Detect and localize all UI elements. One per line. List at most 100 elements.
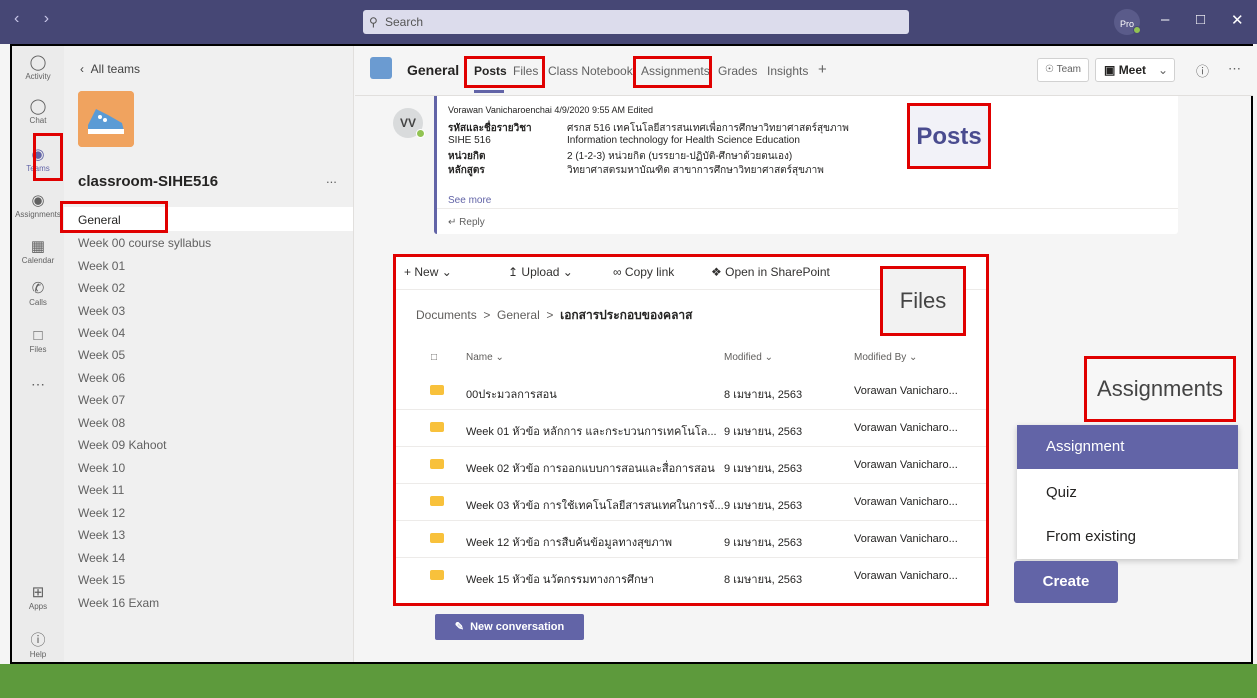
breadcrumb-documents[interactable]: Documents bbox=[416, 308, 477, 322]
highlight-general bbox=[60, 201, 168, 233]
channel-week-07[interactable]: Week 07 bbox=[78, 393, 125, 407]
column-modified[interactable]: Modified ⌄ bbox=[724, 352, 773, 363]
plus-icon: + bbox=[404, 265, 412, 279]
rail-assignments[interactable]: ◉ Assignments bbox=[12, 192, 64, 219]
channel-week-15[interactable]: Week 15 bbox=[78, 573, 125, 587]
see-more-link[interactable]: See more bbox=[448, 195, 491, 206]
highlight-posts-files bbox=[464, 56, 545, 88]
rail-files[interactable]: □ Files bbox=[12, 327, 64, 354]
tab-insights[interactable]: Insights bbox=[767, 64, 808, 78]
minimize-icon[interactable]: – bbox=[1161, 11, 1169, 28]
file-row[interactable]: Week 12 หัวข้อ การสืบค้นข้อมูลทางสุขภาพ 9… bbox=[396, 521, 986, 558]
channel-week-01[interactable]: Week 01 bbox=[78, 259, 125, 273]
author-avatar[interactable]: VV bbox=[393, 108, 425, 138]
close-icon[interactable]: ✕ bbox=[1231, 11, 1244, 29]
copy-link-button[interactable]: ∞ Copy link bbox=[613, 265, 674, 279]
rail-apps[interactable]: ⊞ Apps bbox=[12, 584, 64, 611]
channel-week-04[interactable]: Week 04 bbox=[78, 326, 125, 340]
info-icon[interactable]: ⓘ bbox=[1196, 61, 1209, 80]
channel-week-13[interactable]: Week 13 bbox=[78, 528, 125, 542]
all-teams-link[interactable]: ‹ All teams bbox=[80, 62, 140, 76]
post-meta: Vorawan Vanicharoenchai 4/9/2020 9:55 AM… bbox=[448, 105, 653, 115]
active-tab-indicator bbox=[474, 90, 504, 93]
assignments-callout: Assignments bbox=[1084, 356, 1236, 422]
team-logo bbox=[78, 91, 134, 147]
compose-icon: ✎ bbox=[454, 621, 464, 633]
channel-week-11[interactable]: Week 11 bbox=[78, 483, 124, 497]
folder-icon bbox=[430, 385, 444, 395]
open-sharepoint-button[interactable]: ❖ Open in SharePoint bbox=[711, 265, 830, 279]
column-modified-by[interactable]: Modified By ⌄ bbox=[854, 352, 917, 363]
more-icon[interactable]: ⋯ bbox=[1228, 61, 1241, 77]
rail-calls[interactable]: ✆ Calls bbox=[12, 280, 64, 307]
team-chip[interactable]: ☉ Team bbox=[1037, 58, 1089, 82]
column-name[interactable]: Name ⌄ bbox=[466, 352, 504, 363]
new-conversation-button[interactable]: ✎ New conversation bbox=[435, 614, 584, 640]
post-key: รหัสและชื่อรายวิชา bbox=[448, 123, 532, 134]
apps-icon: ⊞ bbox=[31, 584, 45, 601]
assignment-menu: Assignment Quiz From existing bbox=[1017, 425, 1238, 559]
post-value: วิทยาศาสตรมหาบัณฑิต สาขาการศึกษาวิทยาศาส… bbox=[567, 165, 824, 176]
user-avatar[interactable]: Pro bbox=[1114, 9, 1141, 35]
more-apps-icon[interactable]: ⋯ bbox=[12, 376, 64, 393]
add-tab-icon[interactable]: + bbox=[818, 61, 827, 78]
create-button[interactable]: Create bbox=[1014, 561, 1118, 603]
video-icon: ▣ bbox=[1104, 63, 1116, 77]
file-row[interactable]: Week 15 หัวข้อ นวัตกรรมทางการศึกษา 8 เมษา… bbox=[396, 558, 986, 595]
chevron-down-icon[interactable]: ⌄ bbox=[1158, 59, 1168, 81]
posts-callout: Posts bbox=[907, 103, 991, 169]
rail-calendar[interactable]: ▦ Calendar bbox=[12, 238, 64, 265]
channel-week-14[interactable]: Week 14 bbox=[78, 551, 125, 565]
channel-week-08[interactable]: Week 08 bbox=[78, 416, 125, 430]
channel-week-12[interactable]: Week 12 bbox=[78, 506, 125, 520]
channel-week-05[interactable]: Week 05 bbox=[78, 348, 125, 362]
channel-title: General bbox=[407, 62, 460, 78]
menu-from-existing[interactable]: From existing bbox=[1017, 515, 1238, 559]
chat-icon: ◯ bbox=[29, 98, 47, 115]
rail-chat[interactable]: ◯ Chat bbox=[12, 98, 64, 125]
help-icon: ⓘ bbox=[30, 632, 46, 649]
post-value: ศรกส 516 เทคโนโลยีสารสนเทศเพื่อการศึกษาว… bbox=[567, 123, 849, 134]
upload-button[interactable]: ↥ Upload ⌄ bbox=[508, 265, 573, 279]
tab-grades[interactable]: Grades bbox=[718, 64, 757, 78]
breadcrumb-general[interactable]: General bbox=[497, 308, 540, 322]
search-icon: ⚲ bbox=[369, 15, 378, 29]
file-row[interactable]: Week 01 หัวข้อ หลักการ และกระบวนการเทคโน… bbox=[396, 410, 986, 447]
menu-quiz[interactable]: Quiz bbox=[1017, 471, 1238, 515]
channel-week-02[interactable]: Week 02 bbox=[78, 281, 125, 295]
file-row[interactable]: Week 03 หัวข้อ การใช้เทคโนโลยีสารสนเทศใน… bbox=[396, 484, 986, 521]
file-icon: □ bbox=[33, 327, 43, 344]
channel-week-09[interactable]: Week 09 Kahoot bbox=[78, 438, 167, 452]
rail-activity[interactable]: ◯ Activity bbox=[12, 54, 64, 81]
file-row[interactable]: Week 02 หัวข้อ การออกแบบการสอนและสื่อการ… bbox=[396, 447, 986, 484]
nav-arrows[interactable]: ‹ › bbox=[14, 10, 59, 28]
breadcrumb: Documents > General > เอกสารประกอบของคลา… bbox=[416, 308, 693, 322]
bell-icon: ◯ bbox=[29, 54, 47, 71]
meet-button[interactable]: ▣ Meet ⌄ bbox=[1095, 58, 1175, 82]
reply-button[interactable]: ↵ Reply bbox=[448, 217, 485, 228]
maximize-icon[interactable]: □ bbox=[1196, 11, 1205, 28]
footer-bar bbox=[0, 664, 1257, 698]
team-more-icon[interactable]: ... bbox=[326, 171, 337, 186]
channel-avatar bbox=[370, 57, 392, 79]
sneaker-icon bbox=[78, 91, 134, 147]
sharepoint-icon: ❖ bbox=[711, 265, 722, 279]
folder-icon bbox=[430, 570, 444, 580]
presence-dot bbox=[416, 129, 425, 138]
upload-icon: ↥ bbox=[508, 265, 519, 279]
channel-week-16[interactable]: Week 16 Exam bbox=[78, 596, 159, 610]
reply-icon: ↵ bbox=[448, 217, 457, 228]
tab-class-notebook[interactable]: Class Notebook bbox=[548, 64, 633, 78]
menu-assignment[interactable]: Assignment bbox=[1017, 425, 1238, 469]
new-button[interactable]: + New ⌄ bbox=[404, 265, 452, 279]
channel-week-00[interactable]: Week 00 course syllabus bbox=[78, 236, 211, 250]
search-input[interactable]: ⚲ Search bbox=[363, 10, 909, 34]
rail-help[interactable]: ⓘ Help bbox=[12, 632, 64, 659]
channel-week-10[interactable]: Week 10 bbox=[78, 461, 125, 475]
presence-dot bbox=[1133, 26, 1141, 34]
file-type-icon: □ bbox=[431, 352, 438, 363]
file-row[interactable]: 00ประมวลการสอน 8 เมษายน, 2563 Vorawan Vani… bbox=[396, 373, 986, 410]
post-value: Information technology for Health Scienc… bbox=[567, 135, 800, 146]
channel-week-03[interactable]: Week 03 bbox=[78, 304, 125, 318]
channel-week-06[interactable]: Week 06 bbox=[78, 371, 125, 385]
